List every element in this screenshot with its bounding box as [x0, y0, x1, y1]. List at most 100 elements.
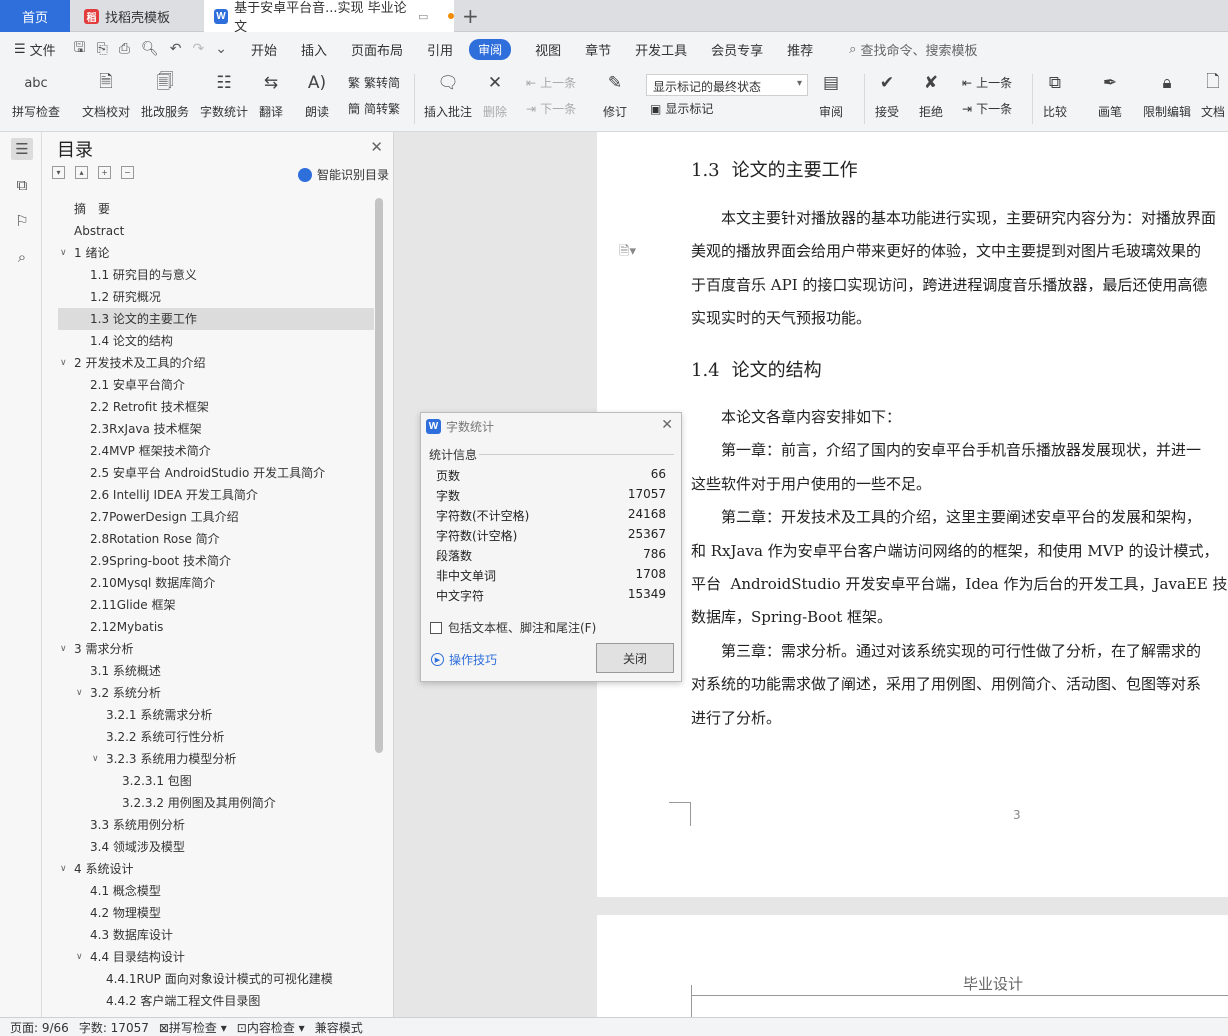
next-comment-button[interactable]: ⇥ 下一条: [526, 100, 576, 117]
trad-to-simp-button[interactable]: 繁繁转简: [348, 74, 400, 91]
toc-item[interactable]: 2.10Mysql 数据库简介: [58, 572, 374, 594]
menu-insert[interactable]: 插入: [301, 40, 327, 59]
reject-button[interactable]: ✘ 拒绝: [918, 70, 944, 120]
toc-item[interactable]: 2.2 Retrofit 技术框架: [58, 396, 374, 418]
chapter-icon[interactable]: ⧉: [11, 174, 33, 196]
content-check-status[interactable]: ⊡内容检查 ▾: [237, 1019, 305, 1036]
toc-scrollbar[interactable]: [375, 198, 383, 1017]
menu-layout[interactable]: 页面布局: [351, 40, 403, 59]
tab-template[interactable]: 稻 找稻壳模板: [76, 0, 200, 32]
smart-toc-button[interactable]: 智能识别目录: [297, 166, 389, 183]
toc-item[interactable]: 3.3 系统用例分析: [58, 814, 374, 836]
menu-member[interactable]: 会员专享: [711, 40, 763, 59]
chevron-down-icon[interactable]: ∨: [60, 242, 67, 264]
proofread-button[interactable]: 🗎 文档校对: [82, 70, 130, 120]
preview-icon[interactable]: 🔍︎: [141, 41, 159, 57]
tab-document[interactable]: W 基于安卓平台音...实现 毕业论文 ▭: [204, 0, 454, 35]
close-icon[interactable]: ✕: [370, 138, 383, 156]
paragraph-icon[interactable]: 🗎▾: [619, 242, 636, 264]
redo-icon[interactable]: ↷: [193, 41, 205, 57]
toc-item[interactable]: ∨ 3.2.3 系统用力模型分析: [58, 748, 374, 770]
menu-review[interactable]: 审阅: [469, 38, 512, 60]
toc-panel-icon[interactable]: ☰: [11, 138, 33, 160]
document-button[interactable]: 🗋 文档: [1200, 70, 1226, 120]
toc-item[interactable]: 1.2 研究概况: [58, 286, 374, 308]
toc-item[interactable]: 4.4.1RUP 面向对象设计模式的可视化建模: [58, 968, 374, 990]
menu-chapter[interactable]: 章节: [585, 40, 611, 59]
toc-item[interactable]: 3.4 领域涉及模型: [58, 836, 374, 858]
scroll-thumb[interactable]: [375, 198, 383, 753]
show-markup-button[interactable]: ▣ 显示标记: [650, 100, 713, 117]
toc-item[interactable]: ∨ 4 系统设计: [58, 858, 374, 880]
track-changes-button[interactable]: ✎ 修订: [602, 70, 628, 120]
close-button[interactable]: 关闭: [596, 643, 674, 673]
toc-item[interactable]: ∨ 4.4 目录结构设计: [58, 946, 374, 968]
tips-link[interactable]: ▶ 操作技巧: [431, 651, 497, 668]
review-pane-button[interactable]: ▤ 审阅: [818, 70, 844, 120]
read-aloud-button[interactable]: A) 朗读: [304, 70, 330, 120]
collapse-all-icon[interactable]: ▾: [52, 166, 65, 179]
pen-button[interactable]: ✒ 画笔: [1097, 70, 1123, 120]
chevron-down-icon[interactable]: ∨: [76, 682, 83, 704]
toc-item[interactable]: 4.2 物理模型: [58, 902, 374, 924]
batch-service-button[interactable]: 🗐 批改服务: [141, 70, 189, 120]
compare-button[interactable]: ⧉ 比较: [1042, 70, 1068, 120]
word-count-button[interactable]: ☷ 字数统计: [200, 70, 248, 120]
print-icon[interactable]: ⎙: [119, 41, 130, 57]
toc-item[interactable]: 2.9Spring-boot 技术简介: [58, 550, 374, 572]
toc-item[interactable]: 摘 要: [58, 198, 374, 220]
save-icon[interactable]: 🖫: [74, 37, 86, 61]
spell-check-button[interactable]: abc 拼写检查: [12, 70, 60, 120]
chevron-down-icon[interactable]: ∨: [60, 638, 67, 660]
export-icon[interactable]: ⎘: [97, 41, 108, 57]
menu-devtools[interactable]: 开发工具: [635, 40, 687, 59]
close-icon[interactable]: ✕: [661, 417, 673, 433]
toc-item[interactable]: 2.8Rotation Rose 简介: [58, 528, 374, 550]
bookmark-icon[interactable]: ⚐: [11, 210, 33, 232]
toc-item[interactable]: 1.3 论文的主要工作: [58, 308, 374, 330]
toc-item[interactable]: 2.7PowerDesign 工具介绍: [58, 506, 374, 528]
prev-comment-button[interactable]: ⇤ 上一条: [526, 74, 576, 91]
restrict-editing-button[interactable]: 🔒︎ 限制编辑: [1143, 70, 1191, 120]
minus-icon[interactable]: −: [121, 166, 134, 179]
prev-change-button[interactable]: ⇤ 上一条: [962, 74, 1012, 91]
chevron-down-icon[interactable]: ∨: [60, 352, 67, 374]
tab-home[interactable]: 首页: [0, 0, 70, 32]
toc-item[interactable]: ∨ 2 开发技术及工具的介绍: [58, 352, 374, 374]
page-indicator[interactable]: 页面: 9/66: [10, 1019, 69, 1036]
toc-item[interactable]: 2.1 安卓平台简介: [58, 374, 374, 396]
checkbox-box[interactable]: [430, 621, 442, 634]
command-search[interactable]: ⌕ 查找命令、搜索模板: [849, 40, 977, 59]
toc-item[interactable]: ∨ 1 绪论: [58, 242, 374, 264]
dialog-titlebar[interactable]: W 字数统计: [421, 413, 681, 439]
toc-item[interactable]: 1.1 研究目的与意义: [58, 264, 374, 286]
toc-item[interactable]: 2.12Mybatis: [58, 616, 374, 638]
toc-item[interactable]: 3.2.1 系统需求分析: [58, 704, 374, 726]
spell-check-status[interactable]: ⊠拼写检查 ▾: [159, 1019, 227, 1036]
delete-comment-button[interactable]: ✕ 删除: [482, 70, 508, 120]
toc-item[interactable]: 2.4MVP 框架技术简介: [58, 440, 374, 462]
menu-recommend[interactable]: 推荐: [787, 40, 813, 59]
toc-item[interactable]: ∨ 3.2 系统分析: [58, 682, 374, 704]
menu-reference[interactable]: 引用: [427, 40, 453, 59]
file-menu[interactable]: ☰ 文件: [14, 40, 56, 59]
toc-item[interactable]: 2.5 安卓平台 AndroidStudio 开发工具简介: [58, 462, 374, 484]
toc-item[interactable]: 4.1 概念模型: [58, 880, 374, 902]
toc-item[interactable]: 4.4.2 客户端工程文件目录图: [58, 990, 374, 1012]
toc-item[interactable]: 4.3 数据库设计: [58, 924, 374, 946]
toc-item[interactable]: 3.1 系统概述: [58, 660, 374, 682]
toc-item[interactable]: 3.2.3.2 用例图及其用例简介: [58, 792, 374, 814]
insert-comment-button[interactable]: 🗨 插入批注: [424, 70, 472, 120]
toc-item[interactable]: Abstract: [58, 220, 374, 242]
toc-item[interactable]: 3.2.2 系统可行性分析: [58, 726, 374, 748]
expand-up-icon[interactable]: ▴: [75, 166, 88, 179]
menu-start[interactable]: 开始: [251, 40, 277, 59]
toc-item[interactable]: 2.6 IntelliJ IDEA 开发工具简介: [58, 484, 374, 506]
screen-icon[interactable]: ▭: [418, 10, 428, 23]
toc-item[interactable]: 1.4 论文的结构: [58, 330, 374, 352]
next-change-button[interactable]: ⇥ 下一条: [962, 100, 1012, 117]
chevron-down-icon[interactable]: ∨: [92, 748, 99, 770]
find-icon[interactable]: ⌕: [11, 246, 33, 268]
toc-item[interactable]: 2.3RxJava 技术框架: [58, 418, 374, 440]
new-tab-icon[interactable]: +: [462, 4, 479, 28]
